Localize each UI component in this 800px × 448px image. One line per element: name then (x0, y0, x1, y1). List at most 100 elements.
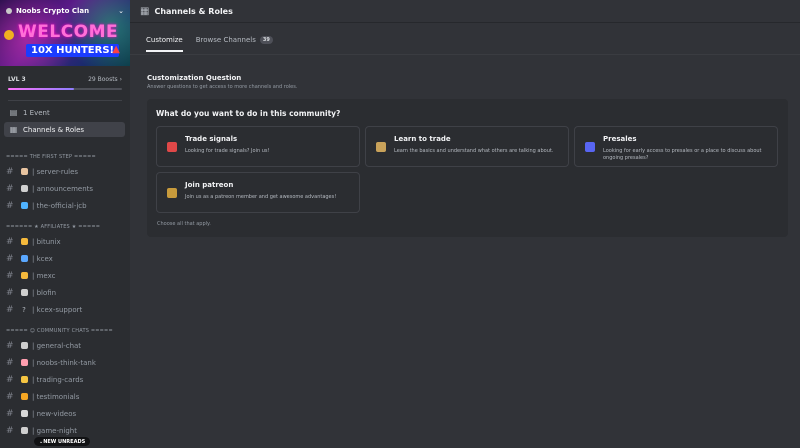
hashtag-icon: # (6, 237, 14, 247)
channel-name: | noobs-think-tank (32, 359, 96, 367)
channel-name: | blofin (32, 289, 57, 297)
books-icon (376, 142, 386, 152)
chat-icon (19, 341, 29, 351)
hashtag-icon: # (6, 271, 14, 281)
option-learn-to-trade[interactable]: Learn to trade Learn the basics and unde… (365, 126, 569, 167)
channel-item[interactable]: # | trading-cards (6, 373, 128, 387)
channel-emoji (20, 392, 28, 400)
rules-icon (19, 167, 29, 177)
channel-item[interactable]: # | announcements (6, 182, 128, 196)
channel-item[interactable]: # | the-official-jcb (6, 199, 128, 213)
hashtag-icon: # (6, 167, 14, 177)
nav-events-label: 1 Event (23, 108, 50, 117)
channel-name: | general-chat (32, 342, 82, 350)
channel-name: | bitunix (32, 238, 61, 246)
tab-customize-label: Customize (146, 36, 183, 44)
category-community[interactable]: ===== ☺ COMMUNITY CHATS ===== (6, 328, 113, 336)
bitunix-icon (19, 237, 29, 247)
channel-item[interactable]: # | bitunix (6, 235, 128, 249)
new-unreads-button[interactable]: ⌄ NEW UNREADS (34, 437, 91, 446)
hashtag-icon: # (6, 341, 14, 351)
flame-icon: ▲ (112, 44, 120, 55)
channel-name: | kcex (32, 255, 53, 263)
hashtag-icon: # (6, 184, 14, 194)
channel-emoji (20, 341, 28, 349)
divider (130, 22, 800, 23)
cards-icon (19, 375, 29, 385)
channel-item[interactable]: # | blofin (6, 286, 128, 300)
divider (8, 100, 122, 101)
option-description: Learn the basics and understand what oth… (394, 148, 554, 154)
hashtag-icon: # (6, 305, 14, 315)
channel-item[interactable]: # ? | kcex-support (6, 303, 128, 317)
channel-emoji (20, 254, 28, 262)
option-description: Join us as a patreon member and get awes… (185, 194, 337, 200)
top-bar: ▦ Channels & Roles (130, 0, 800, 22)
option-join-patreon[interactable]: Join patreon Join us as a patreon member… (156, 172, 360, 213)
nav-channels-roles[interactable]: ▦ Channels & Roles (4, 122, 125, 137)
hashtag-icon: # (6, 409, 14, 419)
hashtag-icon: # (6, 426, 14, 436)
channel-item[interactable]: # | general-chat (6, 339, 128, 353)
brain-icon (19, 358, 29, 368)
hashtag-icon: # (6, 201, 14, 211)
channel-emoji (20, 288, 28, 296)
question-panel: What do you want to do in this community… (147, 99, 788, 237)
boost-progress-fill (8, 88, 75, 90)
kcex-icon (19, 254, 29, 264)
rocket-icon (585, 142, 595, 152)
server-banner[interactable]: Noobs Crypto Clan ⌄ WELCOME 10X HUNTERS!… (0, 0, 130, 66)
channel-name: | server-rules (32, 168, 79, 176)
channel-emoji (20, 271, 28, 279)
channel-item[interactable]: # | game-night (6, 424, 128, 438)
section-title: Customization Question (147, 74, 242, 82)
channel-item[interactable]: # | testimonials (6, 390, 128, 404)
hashtag-icon: # (6, 375, 14, 385)
option-trade-signals[interactable]: Trade signals Looking for trade signals?… (156, 126, 360, 167)
server-header[interactable]: Noobs Crypto Clan ⌄ (6, 5, 124, 17)
category-affiliates[interactable]: ====== ★ AFFILIATES ★ ===== (6, 224, 100, 232)
banner-hunters-text: 10X HUNTERS! (26, 44, 120, 57)
calendar-icon: ▤ (9, 108, 18, 117)
diamond-icon (19, 201, 29, 211)
server-name: Noobs Crypto Clan (16, 7, 90, 15)
channel-item[interactable]: # | server-rules (6, 165, 128, 179)
channels-roles-icon: ▦ (140, 5, 150, 17)
channel-name: | testimonials (32, 393, 80, 401)
boost-count: 29 Boosts › (88, 75, 122, 83)
boost-row[interactable]: LVL 3 29 Boosts › (8, 74, 122, 84)
channel-emoji (20, 184, 28, 192)
channel-item[interactable]: # | kcex (6, 252, 128, 266)
channel-emoji (20, 375, 28, 383)
tab-bar: Customize Browse Channels 39 (146, 36, 273, 52)
hashtag-icon: # (6, 254, 14, 264)
option-description: Looking for trade signals? Join us! (185, 148, 270, 154)
tab-customize[interactable]: Customize (146, 36, 183, 52)
nav-events[interactable]: ▤ 1 Event (4, 105, 125, 120)
channel-name: | kcex-support (32, 306, 83, 314)
channel-item[interactable]: # | new-videos (6, 407, 128, 421)
channel-emoji (20, 426, 28, 434)
tab-browse-channels[interactable]: Browse Channels 39 (196, 36, 273, 52)
boost-progress-bar (8, 88, 122, 90)
chevron-down-icon[interactable]: ⌄ (118, 7, 124, 15)
channel-name: | trading-cards (32, 376, 84, 384)
megaphone-icon (19, 184, 29, 194)
choose-all-hint: Choose all that apply. (157, 221, 211, 227)
channel-item[interactable]: # | mexc (6, 269, 128, 283)
channel-item[interactable]: # | noobs-think-tank (6, 356, 128, 370)
speech-icon (19, 426, 29, 436)
option-title: Presales (603, 135, 637, 143)
channel-emoji (20, 167, 28, 175)
option-presales[interactable]: Presales Looking for early access to pre… (574, 126, 778, 167)
category-first-step[interactable]: ===== THE FIRST STEP ===== (6, 154, 96, 162)
option-title: Join patreon (185, 181, 234, 189)
question-icon: ? (22, 306, 26, 314)
divider (130, 54, 800, 55)
hashtag-icon: # (6, 288, 14, 298)
chart-icon (167, 142, 177, 152)
channel-name: | announcements (32, 185, 94, 193)
channel-emoji (20, 201, 28, 209)
mexc-icon (19, 271, 29, 281)
server-icon (6, 8, 12, 14)
